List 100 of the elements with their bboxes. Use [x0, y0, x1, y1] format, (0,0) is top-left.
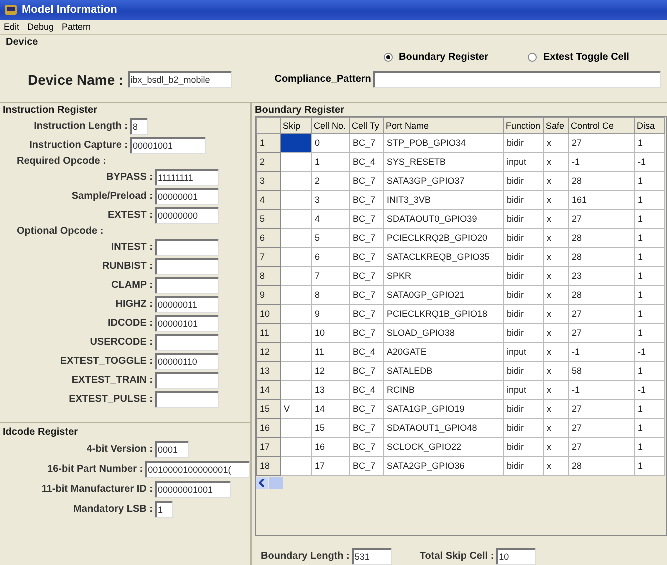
table-cell: 1 — [634, 172, 664, 190]
table-cell: 1 — [634, 324, 664, 342]
row-header[interactable]: 13 — [256, 362, 280, 380]
menu-item[interactable]: Pattern — [62, 22, 92, 32]
table-cell: x — [544, 248, 568, 266]
row-header[interactable]: 1 — [256, 134, 280, 152]
table-cell: 17 — [312, 456, 350, 476]
table-cell: -1 — [568, 152, 634, 172]
menu-item[interactable]: Edit — [4, 22, 20, 32]
radio-option[interactable]: Extest Toggle Cell — [528, 52, 630, 63]
table-cell: SCLOCK_GPIO22 — [384, 438, 504, 456]
column-header[interactable]: Function — [504, 118, 544, 134]
table-cell: x — [544, 172, 568, 190]
table-cell: 1 — [634, 228, 664, 248]
table-cell: x — [544, 400, 568, 418]
scrollbar-thumb[interactable] — [269, 477, 283, 489]
input-field[interactable]: 00000001001 — [155, 481, 231, 498]
table-cell: PCIECLKRQ1B_GPIO18 — [384, 304, 504, 324]
column-header[interactable]: Skip — [280, 118, 312, 134]
row-header[interactable]: 10 — [256, 304, 280, 324]
table-cell: BC_7 — [350, 172, 384, 190]
row-header[interactable]: 5 — [256, 210, 280, 228]
field-label: IDCODE : — [107, 318, 153, 329]
scroll-left-button[interactable] — [256, 477, 268, 489]
table-cell: bidir — [504, 248, 544, 266]
input-field[interactable] — [155, 258, 219, 275]
row-header[interactable]: 12 — [256, 342, 280, 362]
input-field[interactable]: 00000101 — [155, 315, 219, 332]
row-header[interactable]: 6 — [256, 228, 280, 248]
radio-option[interactable]: Boundary Register — [384, 52, 488, 63]
row-header[interactable]: 17 — [256, 438, 280, 456]
total-skip-cell-field[interactable]: 10 — [496, 548, 536, 565]
input-field[interactable]: 00000110 — [155, 353, 219, 370]
table-cell: 1 — [634, 266, 664, 286]
input-field[interactable]: 00000000 — [155, 207, 219, 224]
compliance-pattern-field[interactable] — [373, 71, 661, 88]
row-header[interactable]: 16 — [256, 418, 280, 438]
row-header[interactable]: 8 — [256, 266, 280, 286]
table-cell: BC_4 — [350, 152, 384, 172]
column-header[interactable]: Cell Ty — [350, 118, 384, 134]
table-cell: x — [544, 190, 568, 210]
column-header[interactable]: Safe — [544, 118, 568, 134]
table-cell: x — [544, 210, 568, 228]
column-header[interactable]: Port Name — [384, 118, 504, 134]
table-cell: bidir — [504, 418, 544, 438]
row-header[interactable]: 2 — [256, 152, 280, 172]
table-cell: -1 — [634, 152, 664, 172]
radio-icon[interactable] — [528, 53, 538, 62]
input-field[interactable]: 00001001 — [130, 137, 206, 154]
row-header[interactable]: 3 — [256, 172, 280, 190]
input-field[interactable]: 00000011 — [155, 296, 219, 313]
field-label: 16-bit Part Number : — [46, 464, 144, 475]
table-cell: BC_7 — [350, 228, 384, 248]
device-name-field[interactable]: ibx_bsdl_b2_mobile — [128, 71, 232, 88]
total-skip-cell-label: Total Skip Cell : — [420, 551, 494, 562]
group-title: Device — [6, 37, 38, 48]
table-cell: 28 — [568, 248, 634, 266]
input-field[interactable]: 11111111 — [155, 169, 219, 186]
field-label: 11-bit Manufacturer ID : — [40, 484, 153, 495]
group-title: Idcode Register — [3, 427, 78, 438]
row-header[interactable]: 15 — [256, 400, 280, 418]
table-cell: bidir — [504, 286, 544, 304]
row-header[interactable]: 7 — [256, 248, 280, 266]
menu-item[interactable]: Debug — [28, 22, 54, 32]
row-header[interactable]: 14 — [256, 380, 280, 400]
table-cell: 1 — [634, 438, 664, 456]
row-header[interactable]: 9 — [256, 286, 280, 304]
input-field[interactable]: 0010000100000001( — [145, 461, 250, 478]
input-field[interactable] — [155, 277, 219, 294]
table-cell: SATA2GP_GPIO36 — [384, 456, 504, 476]
table-cell: x — [544, 134, 568, 152]
boundary-length-field[interactable]: 531 — [352, 548, 392, 565]
table-cell: input — [504, 342, 544, 362]
table-cell: SATALEDB — [384, 362, 504, 380]
row-header[interactable]: 4 — [256, 190, 280, 210]
window-title: Model Information — [22, 4, 118, 16]
row-header[interactable]: 11 — [256, 324, 280, 342]
field-label: USERCODE : — [89, 337, 153, 348]
table-cell: 28 — [568, 228, 634, 248]
table-cell: -1 — [634, 342, 664, 362]
input-field[interactable] — [155, 391, 219, 408]
table-cell: SDATAOUT0_GPIO39 — [384, 210, 504, 228]
input-field[interactable]: 0001 — [155, 441, 189, 458]
table-cell: 27 — [568, 400, 634, 418]
input-field[interactable]: 8 — [130, 118, 148, 135]
table-cell: bidir — [504, 438, 544, 456]
radio-icon[interactable] — [384, 53, 393, 62]
input-field[interactable]: 00000001 — [155, 188, 219, 205]
input-field[interactable] — [155, 372, 219, 389]
column-header[interactable]: Disa — [634, 118, 664, 134]
column-header[interactable]: Cell No. — [312, 118, 350, 134]
input-field[interactable]: 1 — [155, 501, 173, 518]
table-cell: 5 — [312, 228, 350, 248]
column-header[interactable]: Control Ce — [568, 118, 634, 134]
table-cell: 1 — [634, 418, 664, 438]
table-cell: BC_7 — [350, 324, 384, 342]
table-cell: -1 — [568, 380, 634, 400]
input-field[interactable] — [155, 334, 219, 351]
row-header[interactable]: 18 — [256, 456, 280, 476]
input-field[interactable] — [155, 239, 219, 256]
